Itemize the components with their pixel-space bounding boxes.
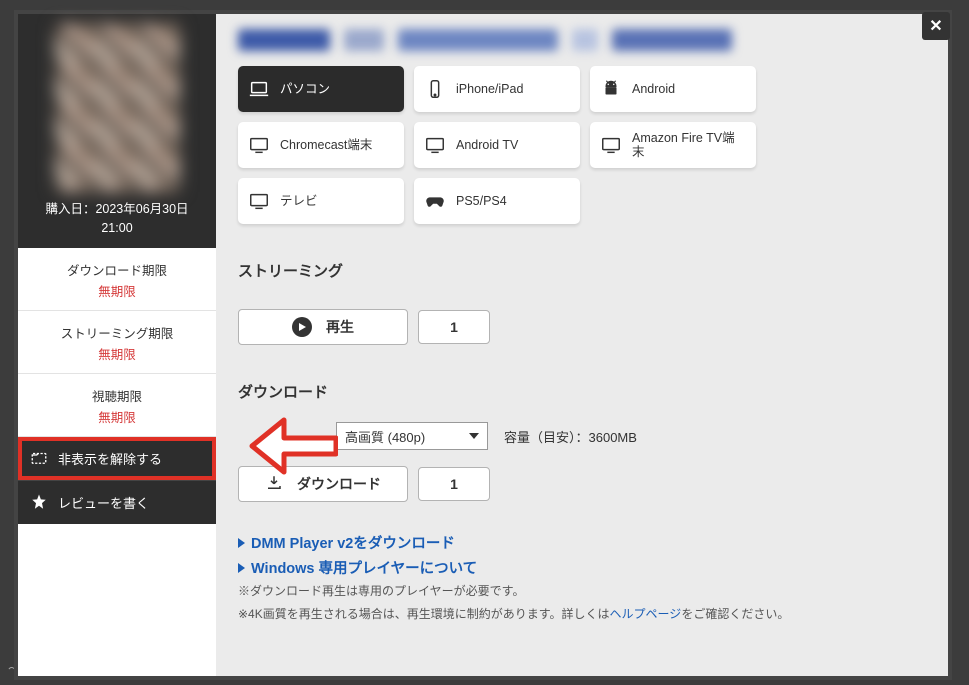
link-text: DMM Player v2をダウンロード — [251, 532, 455, 553]
triangle-right-icon — [238, 563, 245, 573]
download-size: 容量（目安）：3600MB — [504, 427, 637, 446]
device-label: iPhone/iPad — [456, 82, 523, 96]
device-android[interactable]: Android — [590, 66, 756, 112]
limit-label: ダウンロード期限 — [18, 260, 216, 279]
main-panel: パソコン iPhone/iPad Android Chromecast端末 An… — [216, 14, 948, 676]
limit-streaming: ストリーミング期限 無期限 — [18, 311, 216, 374]
download-button[interactable]: ダウンロード — [238, 466, 408, 502]
review-label: レビューを書く — [58, 493, 149, 512]
device-tv[interactable]: テレビ — [238, 178, 404, 224]
device-label: Android TV — [456, 138, 518, 152]
play-label: 再生 — [326, 317, 354, 337]
sidebar-actions: 非表示を解除する レビューを書く — [18, 437, 216, 524]
download-icon — [265, 474, 283, 495]
tv-icon — [424, 134, 446, 156]
device-label: PS5/PS4 — [456, 194, 507, 208]
download-buttons: ダウンロード 1 — [238, 466, 926, 502]
close-button[interactable]: ✕ — [922, 12, 950, 40]
sidebar: 購入日：2023年06月30日 21:00 ダウンロード期限 無期限 ストリーミ… — [18, 14, 216, 676]
download-count: 1 — [450, 476, 458, 492]
device-pc[interactable]: パソコン — [238, 66, 404, 112]
android-icon — [600, 78, 622, 100]
device-label: Chromecast端末 — [280, 138, 372, 152]
unhide-label: 非表示を解除する — [58, 449, 162, 468]
quality-selected: 高画質 (480p) — [345, 427, 425, 446]
modal-dialog: ✕ 購入日：2023年06月30日 21:00 ダウンロード期限 無期限 ストリ… — [14, 10, 952, 680]
tv-icon — [248, 134, 270, 156]
link-text: Windows 専用プレイヤーについて — [251, 557, 477, 578]
play-icon — [292, 317, 312, 337]
play-count-button[interactable]: 1 — [418, 310, 490, 344]
download-note-1: ※ダウンロード再生は専用のプレイヤーが必要です。 — [238, 582, 926, 601]
star-icon — [30, 493, 48, 511]
device-label: Amazon Fire TV端末 — [632, 131, 746, 160]
limit-download: ダウンロード期限 無期限 — [18, 248, 216, 311]
unhide-button[interactable]: 非表示を解除する — [18, 437, 216, 480]
tv-icon — [248, 190, 270, 212]
purchase-date: 購入日：2023年06月30日 21:00 — [18, 192, 216, 248]
streaming-controls: 再生 1 — [238, 309, 926, 345]
size-label: 容量（目安）： — [504, 430, 589, 445]
device-tabs: パソコン iPhone/iPad Android Chromecast端末 An… — [238, 66, 926, 224]
triangle-right-icon — [238, 538, 245, 548]
streaming-heading: ストリーミング — [238, 260, 926, 281]
purchase-date-line2: 21:00 — [24, 219, 210, 238]
device-iphone[interactable]: iPhone/iPad — [414, 66, 580, 112]
download-note-2: ※4K画質を再生される場合は、再生環境に制約があります。詳しくはヘルプページをご… — [238, 605, 926, 624]
tv-icon — [600, 134, 622, 156]
device-firetv[interactable]: Amazon Fire TV端末 — [590, 122, 756, 168]
folder-unhide-icon — [30, 449, 48, 467]
chevron-down-icon — [469, 433, 479, 439]
download-label: ダウンロード — [297, 474, 381, 494]
write-review-button[interactable]: レビューを書く — [18, 480, 216, 524]
device-label: パソコン — [280, 82, 330, 96]
thumbnail-wrap — [18, 14, 216, 192]
download-heading: ダウンロード — [238, 381, 926, 402]
device-chromecast[interactable]: Chromecast端末 — [238, 122, 404, 168]
size-value: 3600MB — [589, 430, 637, 445]
product-thumbnail — [55, 24, 180, 192]
gamepad-icon — [424, 190, 446, 212]
limits-block: ダウンロード期限 無期限 ストリーミング期限 無期限 視聴期限 無期限 — [18, 248, 216, 437]
windows-player-link[interactable]: Windows 専用プレイヤーについて — [238, 557, 926, 578]
quality-select[interactable]: 高画質 (480p) — [336, 422, 488, 450]
limit-viewing: 視聴期限 無期限 — [18, 374, 216, 437]
help-page-link[interactable]: ヘルプページ — [610, 607, 682, 621]
product-title-blurred — [238, 26, 926, 54]
limit-value: 無期限 — [18, 407, 216, 426]
device-ps[interactable]: PS5/PS4 — [414, 178, 580, 224]
play-count: 1 — [450, 319, 458, 335]
download-controls: 高画質 (480p) 容量（目安）：3600MB — [238, 422, 926, 450]
purchase-date-line1: 購入日：2023年06月30日 — [24, 200, 210, 219]
download-count-button[interactable]: 1 — [418, 467, 490, 501]
player-links: DMM Player v2をダウンロード Windows 専用プレイヤーについて… — [238, 532, 926, 624]
laptop-icon — [248, 78, 270, 100]
dmm-player-link[interactable]: DMM Player v2をダウンロード — [238, 532, 926, 553]
limit-value: 無期限 — [18, 344, 216, 363]
play-button[interactable]: 再生 — [238, 309, 408, 345]
device-label: テレビ — [280, 194, 318, 208]
limit-label: 視聴期限 — [18, 386, 216, 405]
device-androidtv[interactable]: Android TV — [414, 122, 580, 168]
device-label: Android — [632, 82, 675, 96]
limit-value: 無期限 — [18, 281, 216, 300]
limit-label: ストリーミング期限 — [18, 323, 216, 342]
close-icon: ✕ — [929, 16, 942, 36]
phone-icon — [424, 78, 446, 100]
